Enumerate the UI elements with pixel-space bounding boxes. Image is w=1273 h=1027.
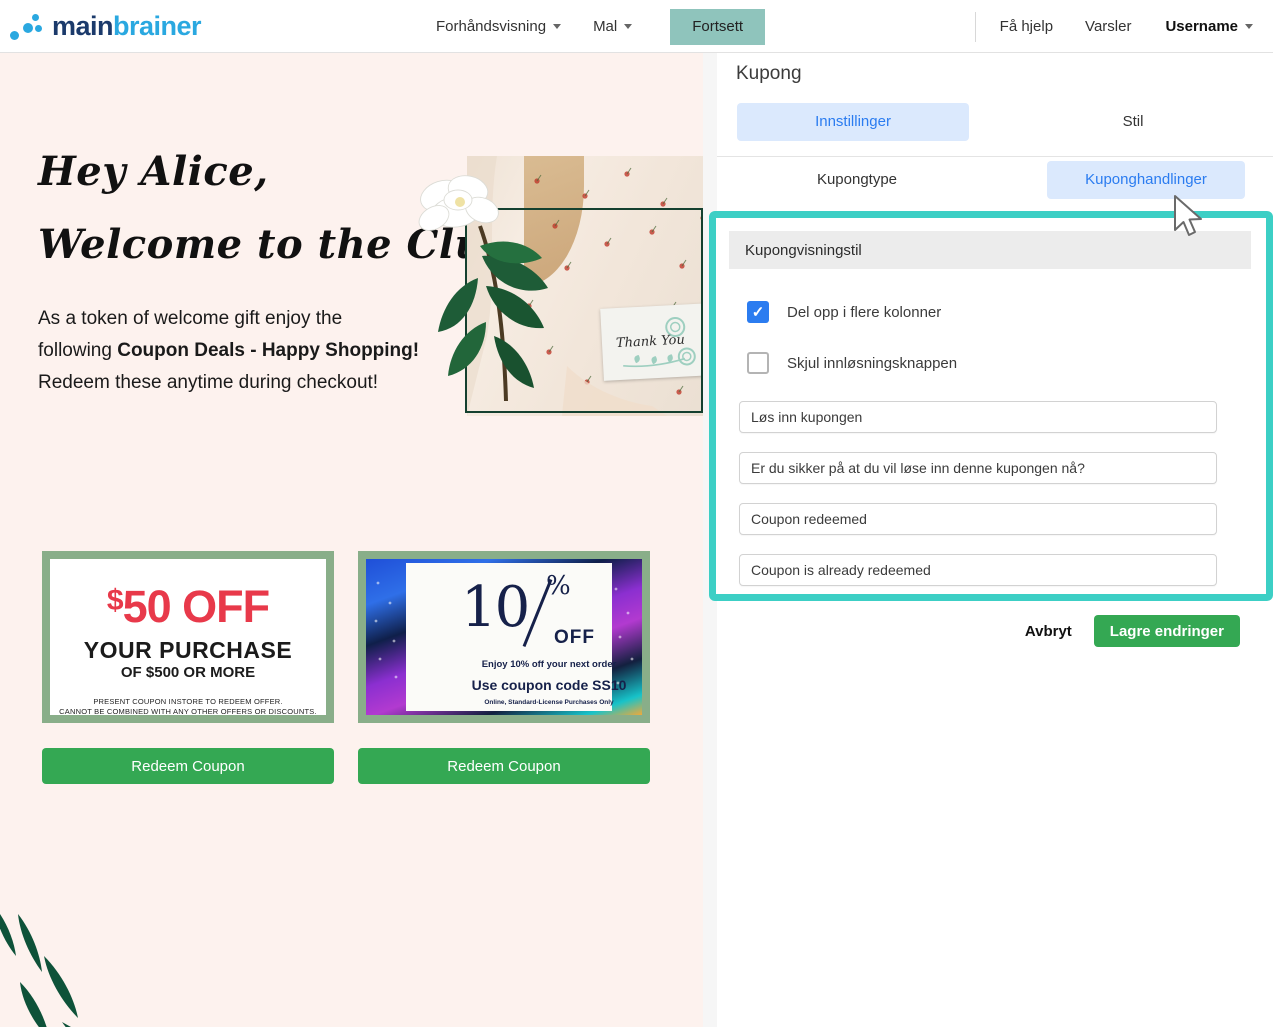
coupon-amount: $50 OFF — [50, 581, 326, 633]
user-menu-label: Username — [1165, 18, 1238, 35]
coupon-off-word: OFF — [554, 627, 595, 648]
field-redeem-label[interactable] — [739, 401, 1217, 433]
user-menu[interactable]: Username — [1147, 18, 1261, 35]
chevron-down-icon — [1245, 24, 1253, 29]
redeem-coupon-button[interactable]: Redeem Coupon — [358, 748, 650, 784]
panel-action-bar: Avbryt Lagre endringer — [1025, 615, 1240, 647]
check-icon: ✓ — [751, 303, 765, 321]
tab-innstillinger[interactable]: Innstillinger — [737, 103, 969, 141]
chevron-down-icon — [553, 24, 562, 29]
nav-item-forhandsvisning-label: Forhåndsvisning — [436, 18, 547, 35]
sub-tab-bar: Kupongtype Kuponghandlinger — [717, 161, 1273, 211]
nav-item-notifications[interactable]: Varsler — [1069, 0, 1147, 53]
preview-body-line3: Redeem these anytime during checkout! — [38, 372, 379, 393]
coupon-fineprint-1: Online, Standard-License Purchases Only — [484, 699, 614, 706]
tab-stil[interactable]: Stil — [1017, 103, 1249, 141]
field-already-redeemed-message[interactable] — [739, 554, 1217, 586]
email-preview-canvas[interactable]: Hey Alice, Welcome to the Club ! As a to… — [0, 53, 703, 1027]
section-header: Kupongvisningstil — [729, 231, 1251, 269]
coupon-card-inner: 10 % OFF Enjoy 10% off your next order U… — [366, 559, 642, 715]
panel-title: Kupong — [736, 63, 802, 84]
nav-item-forhandsvisning[interactable]: Forhåndsvisning — [420, 0, 577, 53]
highlighted-settings-section: Kupongvisningstil ✓ Del opp i flere kolo… — [709, 211, 1273, 601]
hero-image: Thank You — [410, 156, 703, 416]
coupon-percent-symbol: % — [546, 571, 571, 601]
logo-text-main: main — [52, 10, 114, 41]
preview-headline-line1: Hey Alice, — [38, 148, 269, 195]
coupon-currency: $ — [106, 584, 124, 617]
checkbox-row[interactable]: Skjul innløsningsknappen — [747, 352, 957, 374]
section-header-label: Kupongvisningstil — [745, 241, 862, 259]
checkbox-hide-redeem-button[interactable] — [747, 352, 769, 374]
tab-kupongtype[interactable]: Kupongtype — [751, 161, 963, 199]
chevron-down-icon — [624, 24, 633, 29]
primary-nav: Forhåndsvisning Mal Fortsett — [420, 0, 766, 53]
mainbrainer-logo[interactable]: mainbrainer — [10, 8, 225, 44]
field-redeemed-message[interactable] — [739, 503, 1217, 535]
coupon-card-inner: $50 OFF YOUR PURCHASE OF $500 OR MORE PR… — [50, 559, 326, 715]
logo-text-brainer: brainer — [113, 10, 202, 41]
coupon-subtitle: Enjoy 10% off your next order — [481, 659, 617, 670]
save-changes-button[interactable]: Lagre endringer — [1093, 615, 1240, 647]
coupon-fineprint-1: PRESENT COUPON INSTORE TO REDEEM OFFER. — [93, 697, 283, 706]
checkbox-hide-redeem-button-label: Skjul innløsningsknappen — [787, 354, 958, 372]
continue-button[interactable]: Fortsett — [670, 8, 766, 45]
nav-item-help[interactable]: Få hjelp — [984, 0, 1069, 53]
preview-body-line2-prefix: following — [38, 340, 118, 361]
coupon-fineprint-2: CANNOT BE COMBINED WITH ANY OTHER OFFERS… — [59, 707, 317, 715]
checkbox-split-columns-label: Del opp i flere kolonner — [787, 303, 942, 321]
cancel-button[interactable]: Avbryt — [1025, 623, 1072, 640]
top-navigation-bar: mainbrainer Forhåndsvisning Mal Fortsett… — [0, 0, 1273, 53]
preview-body-line1: As a token of welcome gift enjoy the — [38, 308, 343, 329]
secondary-nav: Få hjelp Varsler Username — [974, 0, 1261, 53]
field-confirm-message[interactable] — [739, 452, 1217, 484]
coupon-amount-value: 10 — [461, 575, 530, 640]
coupon-amount-value: 50 OFF — [122, 581, 271, 632]
coupon-card[interactable]: $50 OFF YOUR PURCHASE OF $500 OR MORE PR… — [42, 551, 334, 723]
redeem-coupon-button[interactable]: Redeem Coupon — [42, 748, 334, 784]
preview-body-line2-bold: Coupon Deals - Happy Shopping! — [117, 340, 420, 361]
nav-item-mal-label: Mal — [593, 18, 618, 35]
main-tab-bar: Innstillinger Stil — [717, 103, 1273, 157]
coupon-card[interactable]: 10 % OFF Enjoy 10% off your next order U… — [358, 551, 650, 723]
coupon-condition: OF $500 OR MORE — [120, 664, 256, 681]
nav-item-mal[interactable]: Mal — [577, 0, 648, 53]
coupon-subtitle: YOUR PURCHASE — [83, 637, 293, 663]
flower-leaves-icon — [438, 225, 548, 402]
checkbox-row[interactable]: ✓ Del opp i flere kolonner — [747, 301, 941, 323]
brush-stroke-decoration-icon — [0, 914, 78, 1027]
nav-divider — [974, 11, 976, 42]
coupon-white-panel: 10 % OFF Enjoy 10% off your next order U… — [406, 563, 626, 711]
checkbox-split-columns[interactable]: ✓ — [747, 301, 769, 323]
settings-panel: Kupong Innstillinger Stil Kupongtype Kup… — [709, 53, 1273, 1027]
logo-dots-icon — [10, 11, 48, 41]
tab-kuponghandlinger[interactable]: Kuponghandlinger — [1047, 161, 1245, 199]
coupon-code-line: Use coupon code SS10 — [471, 677, 627, 693]
preview-body-copy: As a token of welcome gift enjoy the fol… — [38, 303, 423, 399]
